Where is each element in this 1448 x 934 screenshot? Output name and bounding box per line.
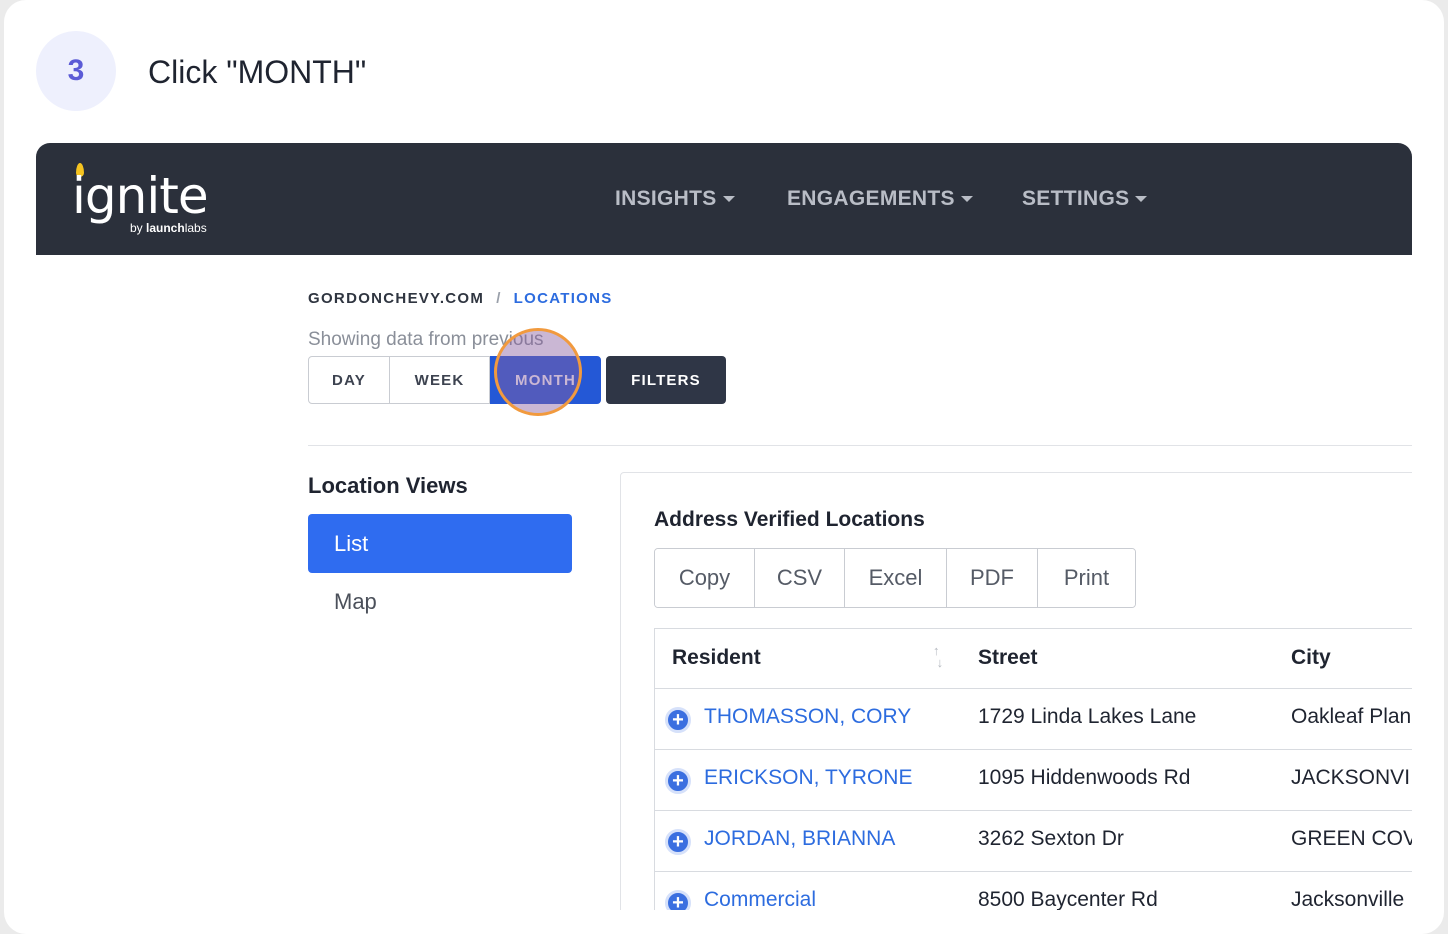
table-row: + ERICKSON, TYRONE 1095 Hiddenwoods Rd J…: [655, 750, 1412, 811]
nav-engagements[interactable]: ENGAGEMENTS: [787, 187, 973, 211]
resident-link[interactable]: THOMASSON, CORY: [704, 705, 911, 729]
logo-tagline: by launchlabs: [130, 221, 207, 235]
caret-down-icon: [960, 196, 973, 202]
table-row: + Commercial 8500 Baycenter Rd Jacksonvi…: [655, 872, 1412, 910]
view-list-button[interactable]: List: [308, 514, 572, 573]
table-row: + JORDAN, BRIANNA 3262 Sexton Dr GREEN C…: [655, 811, 1412, 872]
caret-down-icon: [1135, 196, 1148, 202]
expand-plus-icon[interactable]: +: [665, 829, 691, 855]
column-header-city[interactable]: City: [1291, 646, 1331, 670]
city-cell: Oakleaf Plan: [1291, 705, 1412, 728]
breadcrumb-separator: /: [496, 290, 502, 307]
resident-link[interactable]: Commercial: [704, 888, 816, 910]
panel-title: Address Verified Locations: [654, 508, 925, 531]
period-day-button[interactable]: DAY: [308, 356, 390, 404]
table-row: + THOMASSON, CORY 1729 Linda Lakes Lane …: [655, 689, 1412, 750]
period-month-button[interactable]: MONTH: [490, 356, 601, 404]
table-header: Resident ↑ ↓ Street City: [655, 629, 1412, 689]
breadcrumb-root[interactable]: GORDONCHEVY.COM: [308, 290, 484, 307]
print-button[interactable]: Print: [1038, 549, 1135, 607]
city-cell: Jacksonville: [1291, 888, 1405, 910]
sort-icon[interactable]: ↑ ↓: [933, 644, 951, 671]
city-cell: GREEN COV: [1291, 827, 1412, 850]
section-divider: [308, 445, 1412, 446]
period-week-button[interactable]: WEEK: [390, 356, 490, 404]
logo-wordmark: ignite: [72, 167, 209, 225]
street-cell: 1729 Linda Lakes Lane: [978, 705, 1197, 728]
csv-button[interactable]: CSV: [755, 549, 845, 607]
street-cell: 1095 Hiddenwoods Rd: [978, 766, 1191, 789]
resident-link[interactable]: JORDAN, BRIANNA: [704, 827, 895, 851]
filters-button[interactable]: FILTERS: [606, 356, 726, 404]
top-navbar: ignite by launchlabs INSIGHTS ENGAGEMENT…: [36, 143, 1412, 255]
caret-down-icon: [722, 196, 735, 202]
location-views-title: Location Views: [308, 473, 468, 498]
expand-plus-icon[interactable]: +: [665, 707, 691, 733]
breadcrumb: GORDONCHEVY.COM / LOCATIONS: [308, 290, 613, 307]
excel-button[interactable]: Excel: [845, 549, 947, 607]
city-cell: JACKSONVI: [1291, 766, 1411, 789]
column-header-resident[interactable]: Resident: [672, 646, 761, 670]
expand-plus-icon[interactable]: +: [665, 768, 691, 794]
app-screenshot: ignite by launchlabs INSIGHTS ENGAGEMENT…: [36, 143, 1412, 910]
nav-insights[interactable]: INSIGHTS: [615, 187, 735, 211]
ignite-logo[interactable]: ignite by launchlabs: [72, 161, 232, 237]
column-header-street[interactable]: Street: [978, 646, 1038, 670]
period-toggle-group: DAY WEEK MONTH: [308, 356, 601, 404]
view-map-button[interactable]: Map: [334, 589, 377, 615]
export-button-group: Copy CSV Excel PDF Print: [654, 548, 1136, 608]
copy-button[interactable]: Copy: [655, 549, 755, 607]
locations-table: Resident ↑ ↓ Street City + THOMASSON, CO…: [654, 628, 1412, 910]
pdf-button[interactable]: PDF: [947, 549, 1038, 607]
step-number-badge: 3: [36, 31, 116, 111]
step-instruction: Click "MONTH": [148, 54, 367, 90]
nav-settings[interactable]: SETTINGS: [1022, 187, 1148, 211]
period-caption: Showing data from previous: [308, 329, 544, 350]
breadcrumb-current: LOCATIONS: [513, 290, 613, 307]
street-cell: 8500 Baycenter Rd: [978, 888, 1158, 910]
step-card: 3 Click "MONTH" ignite by launchlabs INS…: [4, 0, 1444, 934]
street-cell: 3262 Sexton Dr: [978, 827, 1124, 850]
expand-plus-icon[interactable]: +: [665, 890, 691, 910]
resident-link[interactable]: ERICKSON, TYRONE: [704, 766, 912, 790]
